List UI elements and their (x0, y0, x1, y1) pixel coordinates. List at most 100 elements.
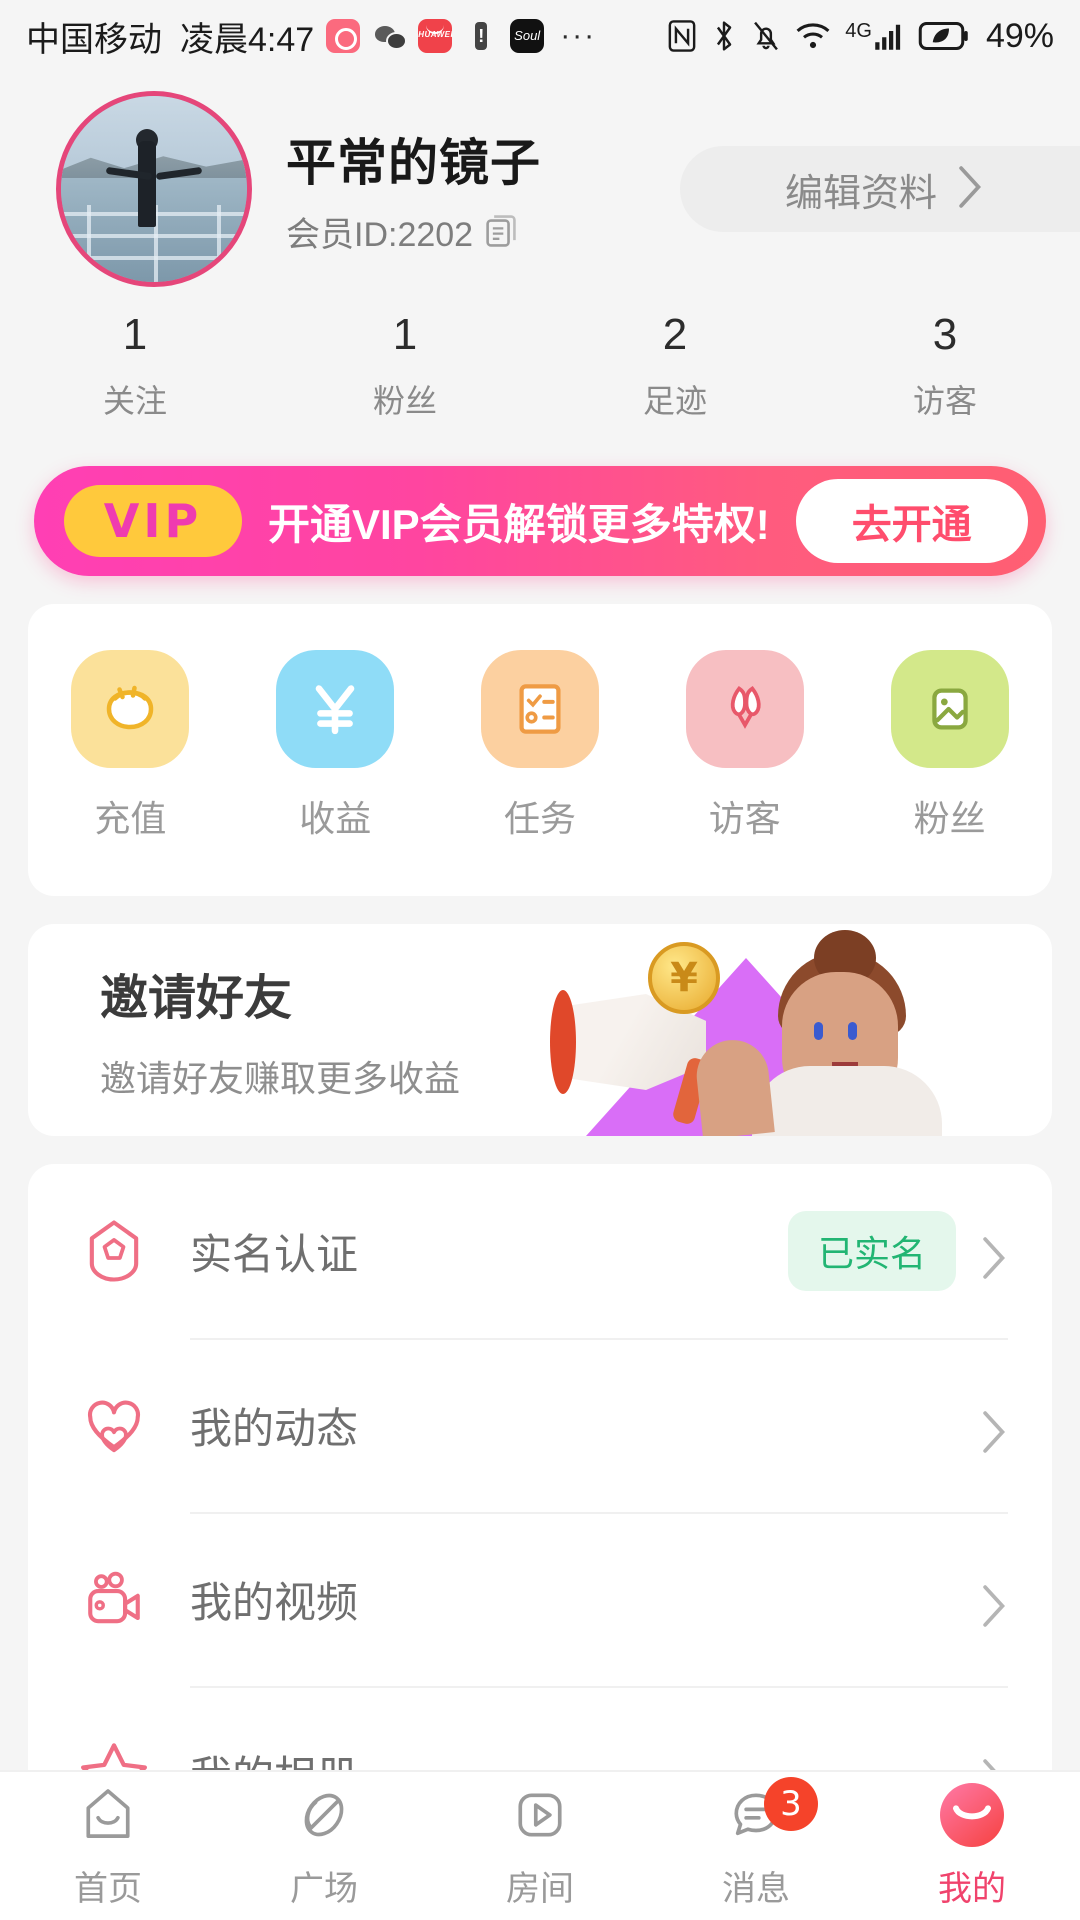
silent-icon (751, 19, 781, 53)
chevron-right-icon (978, 1584, 1008, 1627)
coin-icon: ¥ (648, 942, 720, 1014)
vip-badge-icon: VIP (64, 485, 242, 557)
invite-subtitle: 邀请好友赚取更多收益 (100, 1058, 461, 1099)
wifi-icon (795, 21, 831, 51)
avatar-person-body (137, 140, 156, 227)
battery-icon (918, 21, 970, 51)
invite-text-block: 邀请好友 邀请好友赚取更多收益 (28, 958, 460, 1102)
quick-actions-grid: 充值 收益 任务 访客 粉丝 (28, 604, 1052, 896)
quick-action-earnings[interactable]: 收益 (233, 650, 438, 842)
stat-label: 粉丝 (372, 383, 437, 419)
stat-fans[interactable]: 1 粉丝 (270, 310, 540, 422)
vip-badge-label: VIP (103, 494, 203, 548)
message-badge: 3 (764, 1776, 818, 1831)
tab-plaza[interactable]: 广场 (216, 1772, 432, 1920)
tab-label: 消息 (722, 1869, 790, 1908)
scroll-content[interactable]: 平常的镜子 会员ID:2202 编辑资料 1 关注 1 粉丝 2 足迹 3 访客… (0, 72, 1080, 1770)
megaphone-woman-coin-illustration: ¥ (550, 930, 966, 1136)
stat-label: 足迹 (642, 383, 707, 419)
phone-screen: 中国移动 凌晨4:47 HUAWEI Soul ··· 4G (0, 0, 1080, 1920)
tab-profile[interactable]: 我的 (864, 1772, 1080, 1920)
tab-room[interactable]: 房间 (432, 1772, 648, 1920)
chevron-right-icon (955, 165, 983, 214)
copy-icon[interactable] (485, 214, 519, 248)
vip-activate-button[interactable]: 去开通 (795, 479, 1028, 563)
menu-card: 实名认证 已实名 我的动态 我的视频 (28, 1164, 1052, 1770)
profile-smile-icon (940, 1782, 1004, 1847)
tab-label: 我的 (938, 1869, 1006, 1908)
task-list-icon (480, 650, 599, 768)
profile-header: 平常的镜子 会员ID:2202 编辑资料 (0, 72, 1080, 287)
wallet-icon (71, 650, 190, 768)
vip-banner[interactable]: VIP 开通VIP会员解锁更多特权! 去开通 (34, 466, 1046, 576)
profile-name: 平常的镜子 (286, 134, 541, 191)
overflow-dots-icon: ··· (560, 19, 597, 52)
quick-actions-card: 充值 收益 任务 访客 粉丝 (28, 604, 1052, 896)
bottom-tab-bar: 首页 广场 房间 3 消息 我的 (0, 1770, 1080, 1920)
chevron-right-icon (978, 1410, 1008, 1453)
message-icon: 3 (724, 1776, 818, 1847)
status-bar: 中国移动 凌晨4:47 HUAWEI Soul ··· 4G (0, 0, 1080, 72)
menu-item-label: 我的视频 (190, 1578, 359, 1626)
quick-action-label: 访客 (708, 798, 781, 839)
play-room-icon (508, 1783, 572, 1847)
menu-item-realname[interactable]: 实名认证 已实名 (72, 1164, 1008, 1338)
tab-label: 首页 (74, 1869, 142, 1908)
network-type-label: 4G (845, 20, 872, 42)
star-icon (72, 1731, 156, 1770)
stat-value: 3 (932, 310, 958, 359)
tab-messages[interactable]: 3 消息 (648, 1772, 864, 1920)
stat-label: 访客 (912, 383, 977, 419)
hearts-icon (72, 1383, 156, 1467)
tab-label: 房间 (506, 1869, 574, 1908)
yuan-icon (276, 650, 395, 768)
quick-action-recharge[interactable]: 充值 (28, 650, 233, 842)
carrier-label: 中国移动 (26, 20, 162, 59)
stat-label: 关注 (102, 383, 167, 419)
stat-following[interactable]: 1 关注 (0, 310, 270, 422)
menu-item-moments[interactable]: 我的动态 (72, 1338, 1008, 1512)
stat-footprints[interactable]: 2 足迹 (540, 310, 810, 422)
home-icon (76, 1783, 140, 1847)
member-id-label: 会员ID:2202 (286, 215, 474, 254)
video-camera-icon (72, 1557, 156, 1641)
invite-title: 邀请好友 (100, 972, 293, 1025)
huawei-icon: HUAWEI (418, 19, 453, 53)
menu-item-videos[interactable]: 我的视频 (72, 1512, 1008, 1686)
battery-percent-label: 49% (985, 16, 1054, 55)
quick-action-fans[interactable]: 粉丝 (847, 650, 1052, 842)
stat-value: 2 (662, 310, 688, 359)
tab-label: 广场 (290, 1869, 358, 1908)
bluetooth-icon (711, 19, 737, 53)
stat-value: 1 (122, 310, 148, 359)
edit-profile-label: 编辑资料 (784, 172, 937, 215)
menu-item-album[interactable]: 我的相册 (72, 1686, 1008, 1770)
vip-banner-text: 开通VIP会员解锁更多特权! (268, 500, 770, 548)
clock-label: 凌晨4:47 (180, 20, 315, 59)
edit-profile-button[interactable]: 编辑资料 (680, 146, 1080, 232)
tab-home[interactable]: 首页 (0, 1772, 216, 1920)
quick-action-tasks[interactable]: 任务 (438, 650, 643, 842)
member-id-row[interactable]: 会员ID:2202 (286, 207, 541, 256)
menu-item-label: 实名认证 (190, 1230, 359, 1278)
chevron-right-icon (978, 1758, 1008, 1770)
shield-pentagon-icon (72, 1209, 156, 1293)
menu-item-label: 我的动态 (190, 1404, 359, 1452)
invite-friends-card[interactable]: 邀请好友 邀请好友赚取更多收益 ¥ (28, 924, 1052, 1136)
visitor-eyes-icon (685, 650, 804, 768)
quick-action-visitors[interactable]: 访客 (642, 650, 847, 842)
planet-icon (292, 1783, 356, 1847)
stat-visitors[interactable]: 3 访客 (810, 310, 1080, 422)
nfc-icon (667, 19, 697, 53)
battery-app-icon (464, 19, 499, 53)
fans-card-icon (890, 650, 1009, 768)
status-bar-left: 中国移动 凌晨4:47 HUAWEI Soul ··· (26, 12, 667, 61)
huawei-icon-label: HUAWEI (418, 30, 453, 39)
profile-info: 平常的镜子 会员ID:2202 (286, 123, 541, 256)
status-badge: 已实名 (787, 1211, 956, 1291)
quick-action-label: 收益 (299, 798, 372, 839)
stat-value: 1 (392, 310, 418, 359)
quick-action-label: 任务 (503, 798, 576, 839)
menu-item-label: 我的相册 (190, 1743, 978, 1771)
avatar[interactable] (56, 91, 252, 287)
